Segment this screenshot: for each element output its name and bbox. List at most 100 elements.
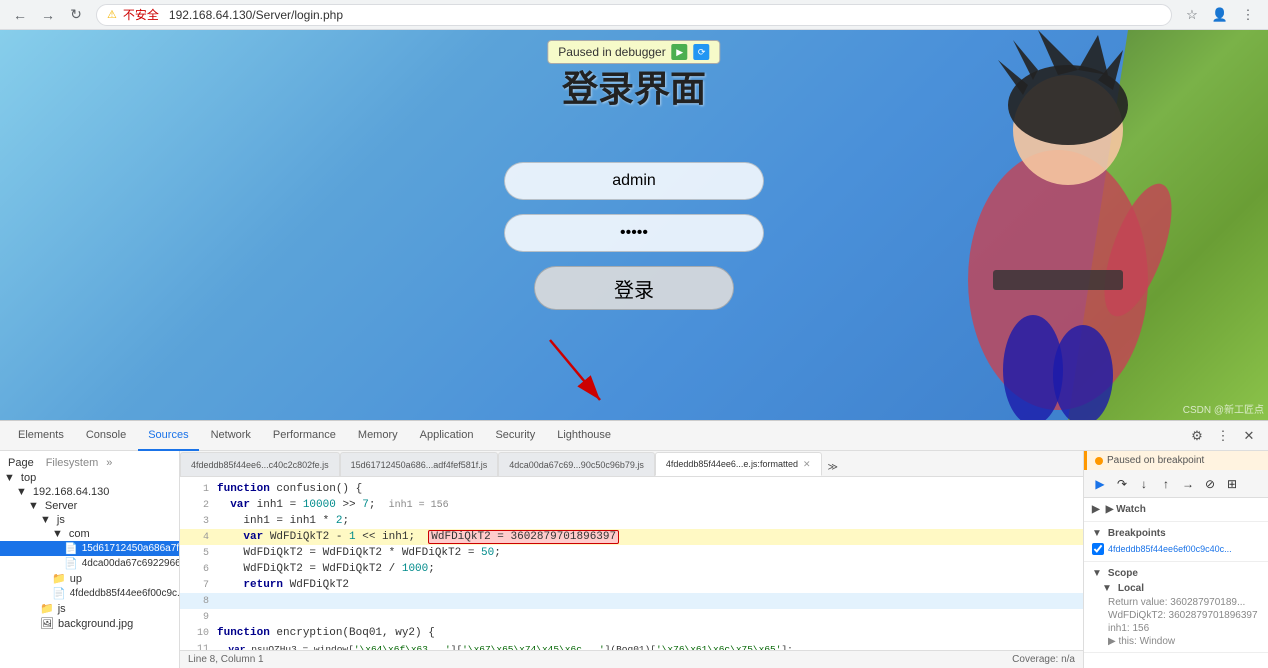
src-tab-3[interactable]: 4dca00da67c69...90c50c96b79.js (498, 452, 655, 476)
line-content-1: function confusion() { (217, 483, 362, 495)
tab-lighthouse[interactable]: Lighthouse (547, 421, 621, 451)
address-text: 192.168.64.130/Server/login.php (169, 8, 343, 22)
cursor-position: Line 8, Column 1 (188, 654, 264, 665)
coverage-label: Coverage: n/a (1012, 654, 1075, 665)
tree-item-file1[interactable]: 📄 15d61712450a686a7f3... 8 (0, 541, 179, 556)
tree-item-js[interactable]: ▼ js (0, 513, 179, 527)
username-input[interactable] (504, 162, 764, 200)
line-num-3: 3 (184, 516, 209, 527)
tree-item-bg[interactable]: 🖼 background.jpg (0, 616, 179, 631)
tab-memory[interactable]: Memory (348, 421, 408, 451)
tab-network[interactable]: Network (201, 421, 261, 451)
file-icon-bg: 🖼 (40, 617, 54, 630)
debugger-banner: Paused in debugger ▶ ⟳ (547, 40, 720, 64)
devtools-body: Page Filesystem » ▼ top ▼ 192.168.64.130… (0, 451, 1268, 668)
wdf-label: WdFDiQkT2: 3602879701896397 (1108, 610, 1258, 621)
scope-section: ▼ Scope ▼ Local Return value: 3602879701… (1084, 562, 1268, 653)
step-button[interactable]: → (1178, 474, 1198, 494)
reload-button[interactable]: ↻ (64, 3, 88, 27)
tree-item-ip[interactable]: ▼ 192.168.64.130 (0, 485, 179, 499)
tree-item-com[interactable]: ▼ com (0, 527, 179, 541)
tree-item-file3[interactable]: 📄 4fdeddb85f44ee6f00c9c... (0, 586, 179, 601)
debugger-step-button[interactable]: ⟳ (694, 44, 710, 60)
debugger-resume-button[interactable]: ▶ (672, 44, 688, 60)
address-bar[interactable]: ⚠ 不安全 192.168.64.130/Server/login.php (96, 4, 1172, 26)
more-debug-button[interactable]: ⊞ (1222, 474, 1242, 494)
tree-expand-server: ▼ (28, 500, 39, 512)
page-title: 登录界面 (562, 60, 706, 112)
line-content-5: WdFDiQkT2 = WdFDiQkT2 * WdFDiQkT2 = 50; (217, 547, 501, 559)
src-tab-2[interactable]: 15d61712450a686...adf4fef581f.js (340, 452, 499, 476)
step-out-button[interactable]: ↑ (1156, 474, 1176, 494)
more-sources-button[interactable]: » (106, 457, 112, 469)
src-tab-4-close[interactable]: ✕ (803, 459, 811, 470)
back-button[interactable]: ← (8, 3, 32, 27)
inh1-label: inh1: 156 (1108, 623, 1149, 634)
paused-text: Paused on breakpoint (1107, 455, 1204, 466)
watch-label: ▶ Watch (1106, 504, 1146, 515)
more-options-button[interactable]: ⋮ (1212, 425, 1234, 447)
tree-label-file1: 15d61712450a686a7f3... (82, 543, 180, 554)
src-tab-1-label: 4fdeddb85f44ee6...c40c2c802fe.js (191, 460, 329, 470)
tree-item-server[interactable]: ▼ Server (0, 499, 179, 513)
tab-elements[interactable]: Elements (8, 421, 74, 451)
this-label: ▶ this: Window (1108, 636, 1175, 647)
line-content-4: var WdFDiQkT2 - 1 << inh1; WdFDiQkT2 = 3… (217, 531, 619, 543)
deactivate-button[interactable]: ⊘ (1200, 474, 1220, 494)
profile-button[interactable]: 👤 (1208, 3, 1232, 27)
line-content-7: return WdFDiQkT2 (217, 579, 349, 591)
source-tab-overflow[interactable]: ≫ (822, 459, 844, 476)
tab-console[interactable]: Console (76, 421, 136, 451)
line-num-2: 2 (184, 500, 209, 511)
file-icon-2: 📄 (64, 557, 78, 570)
settings-button[interactable]: ⚙ (1186, 425, 1208, 447)
tree-item-top[interactable]: ▼ top (0, 471, 179, 485)
tree-item-file2[interactable]: 📄 4dca00da67c69229669... (0, 556, 179, 571)
devtools-actions: ⚙ ⋮ ✕ (1186, 425, 1260, 447)
tree-label-server: Server (45, 500, 77, 512)
step-into-button[interactable]: ↓ (1134, 474, 1154, 494)
breakpoints-label: Breakpoints (1108, 528, 1166, 539)
tree-item-js2[interactable]: 📁 js (0, 601, 179, 616)
step-over-button[interactable]: ↷ (1112, 474, 1132, 494)
source-tabs: 4fdeddb85f44ee6...c40c2c802fe.js 15d6171… (180, 451, 1083, 477)
scope-toggle[interactable]: ▼ Scope (1092, 566, 1260, 581)
source-code[interactable]: 1 function confusion() { 2 var inh1 = 10… (180, 477, 1083, 650)
menu-button[interactable]: ⋮ (1236, 3, 1260, 27)
line-content-3: inh1 = inh1 * 2; (217, 515, 349, 527)
file-icon-3: 📄 (52, 587, 66, 600)
tab-performance[interactable]: Performance (263, 421, 346, 451)
folder-icon-up: 📁 (52, 572, 66, 585)
filesystem-tab[interactable]: Filesystem (46, 457, 99, 469)
line-num-9: 9 (184, 612, 209, 623)
highlight-box-1: WdFDiQkT2 = 3602879701896397 (428, 530, 619, 544)
code-line-7: 7 return WdFDiQkT2 (180, 577, 1083, 593)
tab-security[interactable]: Security (485, 421, 545, 451)
tree-item-up[interactable]: 📁 up (0, 571, 179, 586)
tree-label-com: com (69, 528, 90, 540)
src-tab-4[interactable]: 4fdeddb85f44ee6...e.js:formatted ✕ (655, 452, 822, 476)
tree-label-file2: 4dca00da67c69229669... (82, 558, 180, 569)
line-num-10: 10 (184, 628, 209, 639)
code-line-2: 2 var inh1 = 10000 >> 7; inh1 = 156 (180, 497, 1083, 513)
resume-button[interactable]: ▶ (1090, 474, 1110, 494)
local-toggle[interactable]: ▼ Local (1092, 581, 1260, 596)
file-icon-1: 📄 (64, 542, 78, 555)
tab-application[interactable]: Application (410, 421, 484, 451)
bookmark-button[interactable]: ☆ (1180, 3, 1204, 27)
password-input[interactable] (504, 214, 764, 252)
forward-button[interactable]: → (36, 3, 60, 27)
code-line-3: 3 inh1 = inh1 * 2; (180, 513, 1083, 529)
src-tab-1[interactable]: 4fdeddb85f44ee6...c40c2c802fe.js (180, 452, 340, 476)
page-tab[interactable]: Page (8, 457, 34, 469)
login-button[interactable]: 登录 (534, 266, 734, 310)
breakpoints-toggle[interactable]: ▼ Breakpoints (1092, 526, 1260, 541)
browser-chrome: ← → ↻ ⚠ 不安全 192.168.64.130/Server/login.… (0, 0, 1268, 30)
close-devtools-button[interactable]: ✕ (1238, 425, 1260, 447)
code-line-9: 9 (180, 609, 1083, 625)
breakpoint-checkbox[interactable] (1092, 543, 1104, 555)
watch-toggle[interactable]: ▶ ▶ Watch (1092, 502, 1260, 517)
security-label: 不安全 (123, 6, 159, 23)
security-icon: ⚠ (107, 8, 117, 21)
tab-sources[interactable]: Sources (138, 421, 198, 451)
